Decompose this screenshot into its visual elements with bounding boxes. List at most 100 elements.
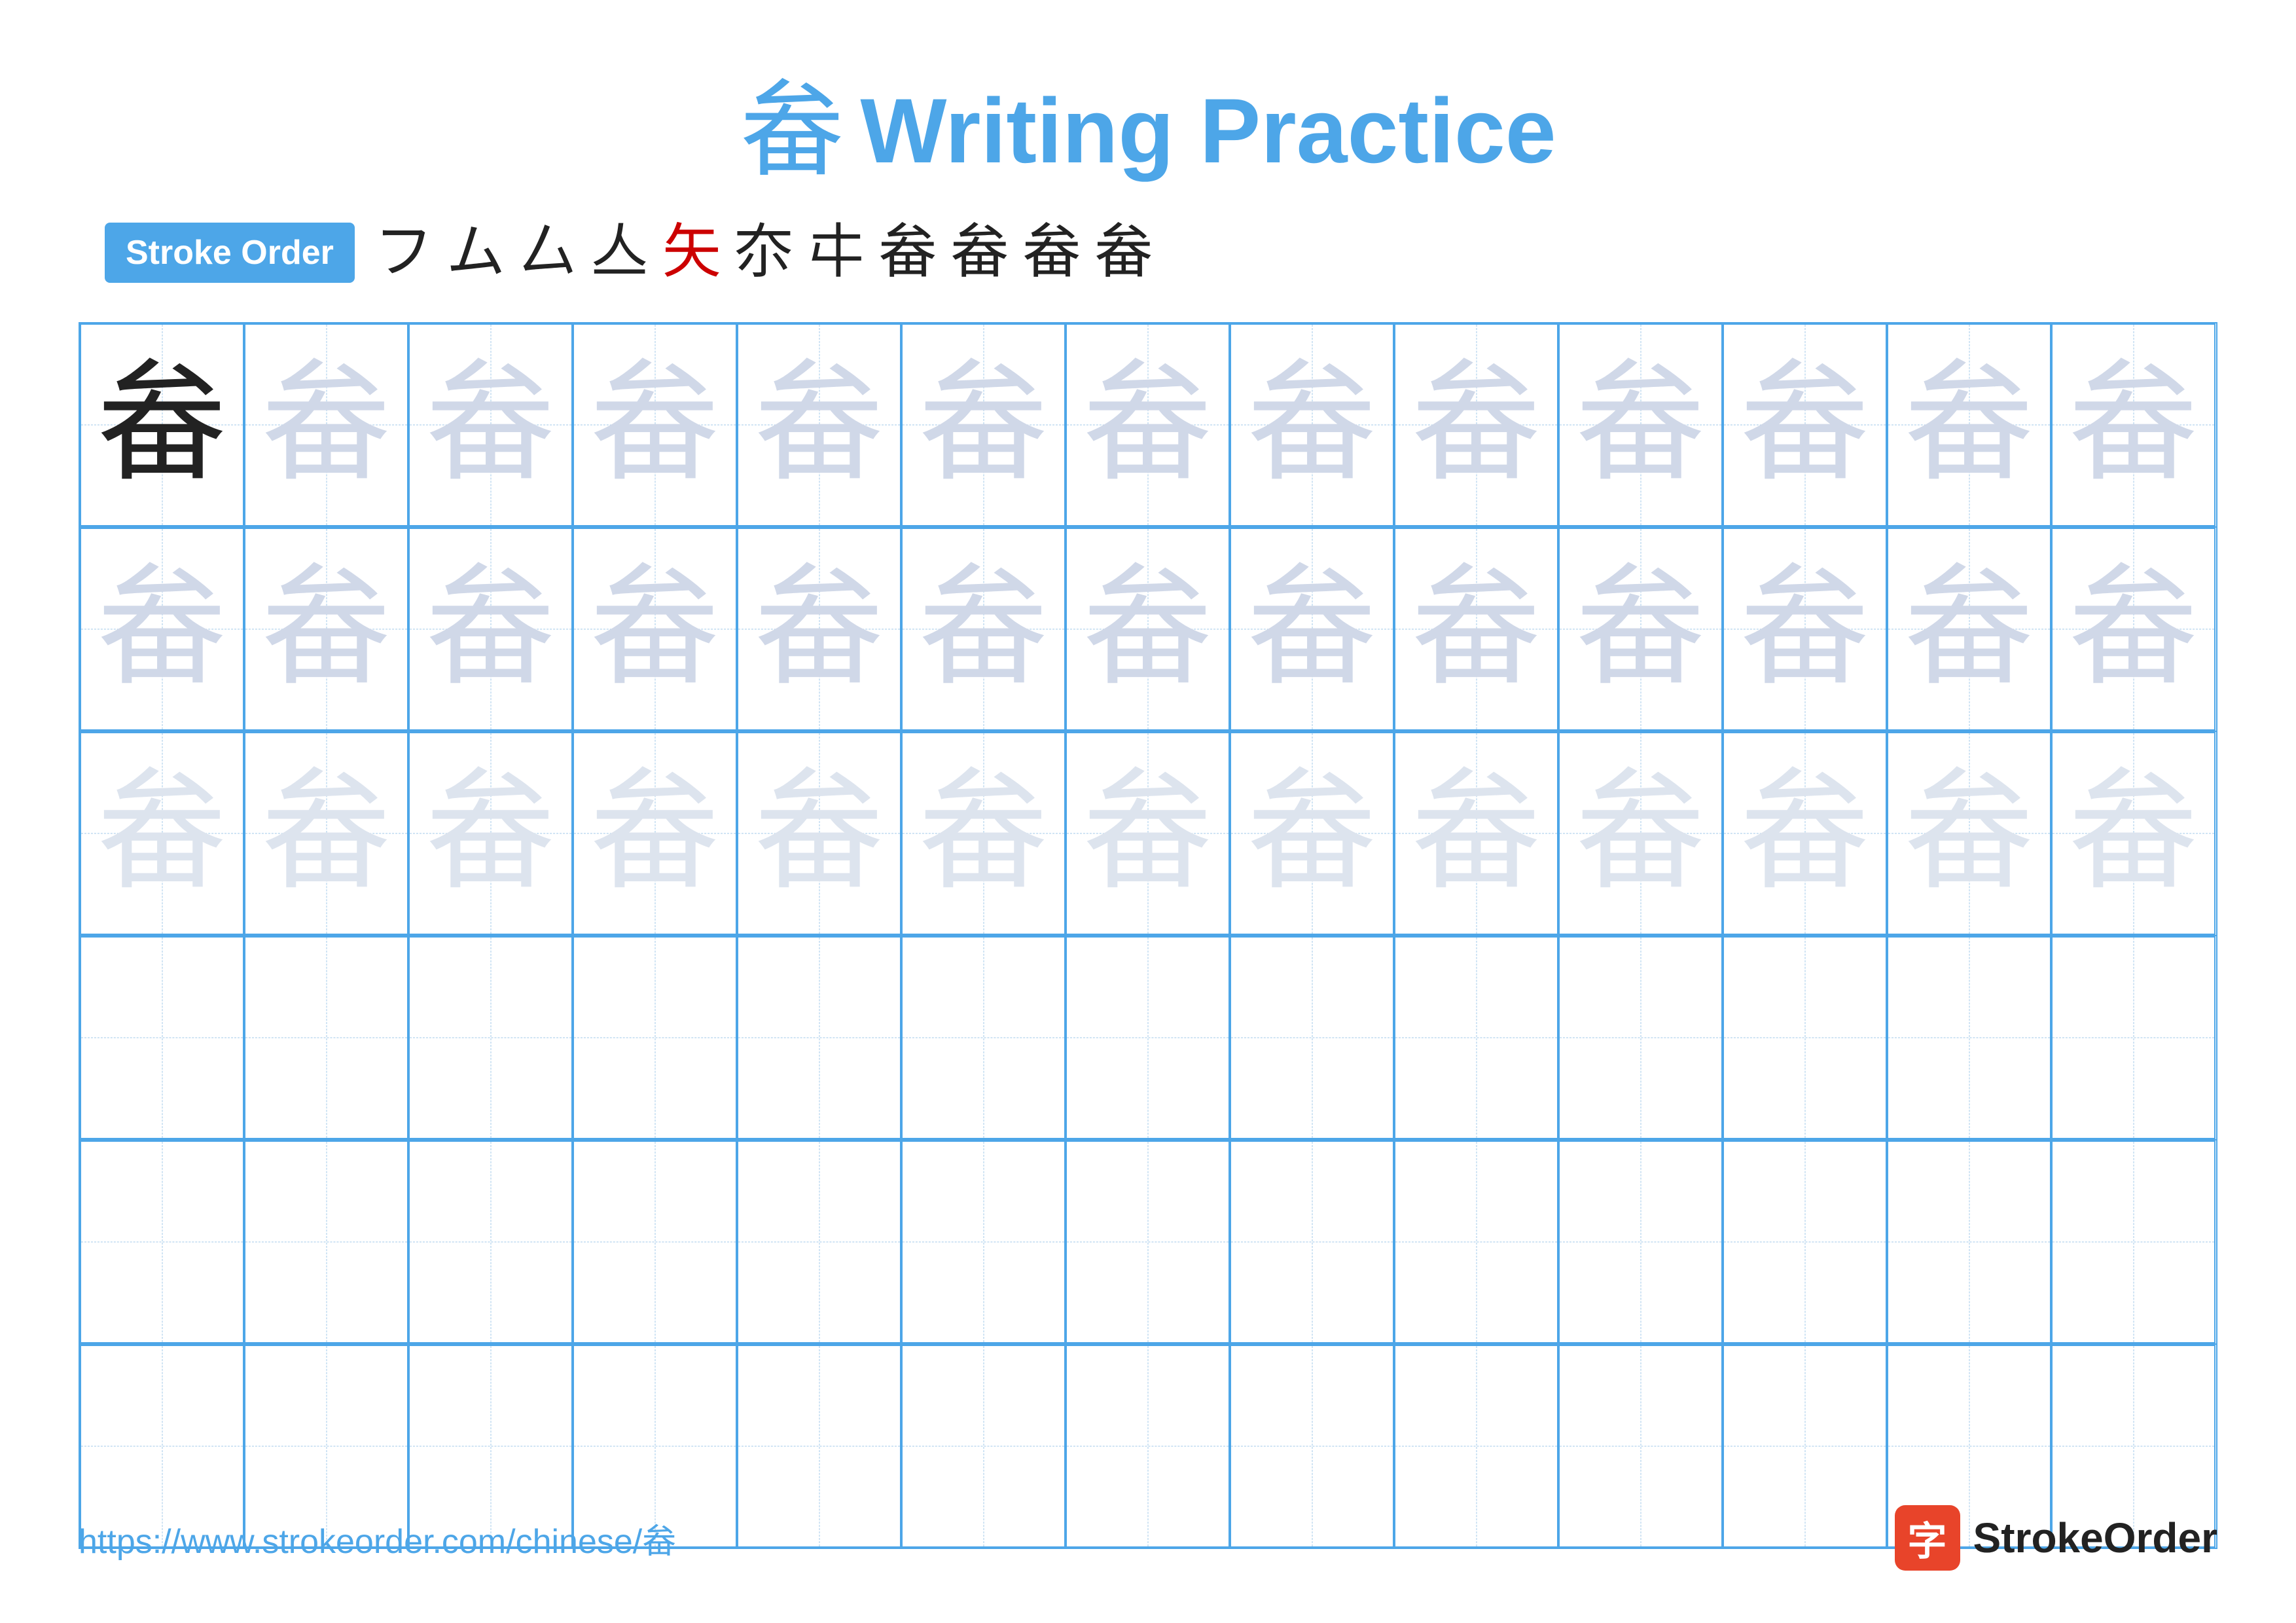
stroke-order-row: Stroke Order フム厶亼矢夵㐄畚畚畚畚 bbox=[105, 223, 1153, 283]
stroke-step-8: 畚 bbox=[878, 223, 937, 282]
grid-cell[interactable]: 畚 bbox=[408, 732, 573, 935]
grid-cell[interactable]: 畚 bbox=[737, 323, 901, 526]
grid-cell[interactable]: 畚 bbox=[737, 732, 901, 935]
grid-cell[interactable]: 畚 bbox=[1558, 732, 1723, 935]
grid-cell[interactable]: 畚 bbox=[408, 323, 573, 526]
practice-character: 畚 bbox=[1082, 564, 1213, 695]
grid-cell[interactable] bbox=[244, 936, 408, 1139]
grid-cell[interactable]: 畚 bbox=[80, 732, 244, 935]
grid-cell[interactable]: 畚 bbox=[1723, 528, 1887, 731]
practice-character: 畚 bbox=[589, 768, 720, 899]
stroke-step-11: 畚 bbox=[1094, 223, 1153, 282]
practice-character: 畚 bbox=[1575, 768, 1706, 899]
practice-character: 畚 bbox=[2068, 359, 2198, 490]
grid-cell[interactable]: 畚 bbox=[408, 528, 573, 731]
grid-cell[interactable] bbox=[1230, 936, 1394, 1139]
grid-cell[interactable] bbox=[2051, 936, 2215, 1139]
practice-character: 畚 bbox=[2068, 564, 2198, 695]
grid-cell[interactable]: 畚 bbox=[244, 528, 408, 731]
grid-cell[interactable] bbox=[1887, 936, 2051, 1139]
grid-cell[interactable]: 畚 bbox=[901, 323, 1066, 526]
grid-cell[interactable] bbox=[1723, 1140, 1887, 1343]
grid-cell[interactable]: 畚 bbox=[901, 732, 1066, 935]
practice-character: 畚 bbox=[1082, 359, 1213, 490]
grid-cell[interactable] bbox=[901, 1140, 1066, 1343]
grid-cell[interactable] bbox=[1558, 936, 1723, 1139]
practice-character: 畚 bbox=[260, 768, 391, 899]
title-section: 畚 Writing Practice bbox=[740, 79, 1556, 183]
grid-cell[interactable] bbox=[573, 936, 737, 1139]
grid-cell[interactable]: 畚 bbox=[1887, 323, 2051, 526]
grid-cell[interactable] bbox=[1394, 1140, 1558, 1343]
grid-cell[interactable]: 畚 bbox=[244, 732, 408, 935]
footer-brand: 字 StrokeOrder bbox=[1895, 1505, 2217, 1571]
grid-cell[interactable] bbox=[901, 936, 1066, 1139]
grid-cell[interactable]: 畚 bbox=[80, 528, 244, 731]
grid-cell[interactable] bbox=[1887, 1140, 2051, 1343]
grid-cell[interactable]: 畚 bbox=[1066, 732, 1230, 935]
grid-cell[interactable]: 畚 bbox=[1230, 528, 1394, 731]
grid-cell[interactable] bbox=[408, 936, 573, 1139]
practice-character: 畚 bbox=[425, 359, 556, 490]
grid-cell[interactable]: 畚 bbox=[573, 323, 737, 526]
grid-cell[interactable]: 畚 bbox=[1558, 323, 1723, 526]
grid-cell[interactable]: 畚 bbox=[1230, 323, 1394, 526]
stroke-step-2: ム bbox=[446, 223, 505, 282]
practice-character: 畚 bbox=[1903, 768, 2034, 899]
grid-row-5 bbox=[80, 1140, 2216, 1345]
practice-character: 畚 bbox=[589, 564, 720, 695]
grid-cell[interactable] bbox=[737, 936, 901, 1139]
grid-cell[interactable]: 畚 bbox=[2051, 528, 2215, 731]
title-character: 畚 bbox=[740, 79, 844, 183]
grid-cell[interactable] bbox=[2051, 1140, 2215, 1343]
grid-cell[interactable] bbox=[573, 1140, 737, 1343]
practice-character: 畚 bbox=[96, 768, 227, 899]
grid-cell[interactable]: 畚 bbox=[573, 732, 737, 935]
grid-cell[interactable]: 畚 bbox=[573, 528, 737, 731]
grid-row-3: 畚畚畚畚畚畚畚畚畚畚畚畚畚 bbox=[80, 732, 2216, 936]
grid-cell[interactable]: 畚 bbox=[80, 323, 244, 526]
grid-cell[interactable] bbox=[1558, 1140, 1723, 1343]
grid-cell[interactable]: 畚 bbox=[1723, 323, 1887, 526]
grid-cell[interactable] bbox=[244, 1140, 408, 1343]
practice-character: 畚 bbox=[753, 564, 884, 695]
grid-cell[interactable]: 畚 bbox=[1066, 323, 1230, 526]
footer-url: https://www.strokeorder.com/chinese/畚 bbox=[79, 1514, 676, 1563]
grid-cell[interactable]: 畚 bbox=[2051, 732, 2215, 935]
grid-cell[interactable]: 畚 bbox=[1723, 732, 1887, 935]
practice-character: 畚 bbox=[1575, 564, 1706, 695]
page: 畚 Writing Practice Stroke Order フム厶亼矢夵㐄畚… bbox=[0, 0, 2296, 1623]
brand-name: StrokeOrder bbox=[1973, 1514, 2217, 1562]
stroke-step-7: 㐄 bbox=[806, 223, 865, 282]
grid-cell[interactable] bbox=[1394, 936, 1558, 1139]
stroke-step-3: 厶 bbox=[518, 223, 577, 282]
grid-cell[interactable]: 畚 bbox=[1394, 732, 1558, 935]
grid-cell[interactable] bbox=[737, 1140, 901, 1343]
grid-cell[interactable]: 畚 bbox=[244, 323, 408, 526]
stroke-step-5: 矢 bbox=[662, 223, 721, 282]
grid-cell[interactable] bbox=[1066, 936, 1230, 1139]
grid-cell[interactable] bbox=[1230, 1140, 1394, 1343]
grid-cell[interactable]: 畚 bbox=[1887, 732, 2051, 935]
grid-cell[interactable]: 畚 bbox=[1230, 732, 1394, 935]
grid-cell[interactable]: 畚 bbox=[901, 528, 1066, 731]
stroke-step-6: 夵 bbox=[734, 223, 793, 282]
grid-cell[interactable] bbox=[80, 1140, 244, 1343]
practice-character: 畚 bbox=[1410, 564, 1541, 695]
grid-cell[interactable] bbox=[1723, 936, 1887, 1139]
stroke-sequence: フム厶亼矢夵㐄畚畚畚畚 bbox=[374, 223, 1153, 282]
grid-cell[interactable]: 畚 bbox=[1394, 323, 1558, 526]
practice-character: 畚 bbox=[1410, 768, 1541, 899]
grid-cell[interactable]: 畚 bbox=[1558, 528, 1723, 731]
grid-cell[interactable]: 畚 bbox=[737, 528, 901, 731]
grid-cell[interactable]: 畚 bbox=[1066, 528, 1230, 731]
grid-cell[interactable]: 畚 bbox=[1887, 528, 2051, 731]
grid-cell[interactable] bbox=[80, 936, 244, 1139]
grid-cell[interactable]: 畚 bbox=[2051, 323, 2215, 526]
practice-character: 畚 bbox=[1246, 564, 1377, 695]
grid-cell[interactable]: 畚 bbox=[1394, 528, 1558, 731]
practice-character: 畚 bbox=[1246, 768, 1377, 899]
grid-row-2: 畚畚畚畚畚畚畚畚畚畚畚畚畚 bbox=[80, 528, 2216, 732]
grid-cell[interactable] bbox=[1066, 1140, 1230, 1343]
grid-cell[interactable] bbox=[408, 1140, 573, 1343]
